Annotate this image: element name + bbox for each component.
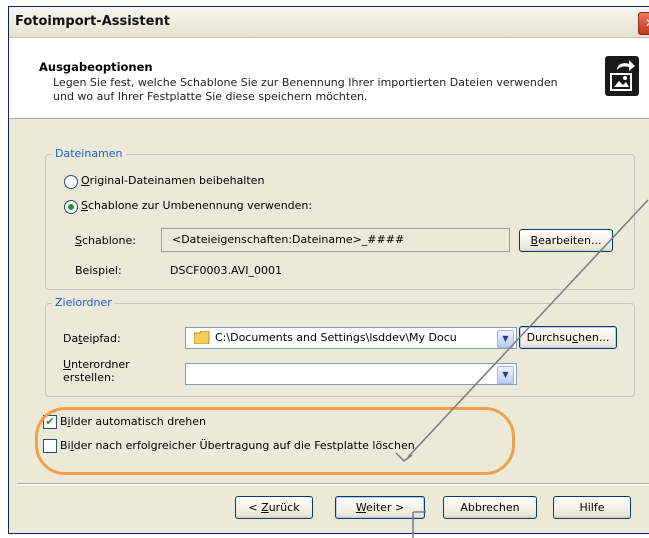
pointer-line-upper: [407, 199, 649, 458]
annotation-pointers: [395, 199, 649, 538]
